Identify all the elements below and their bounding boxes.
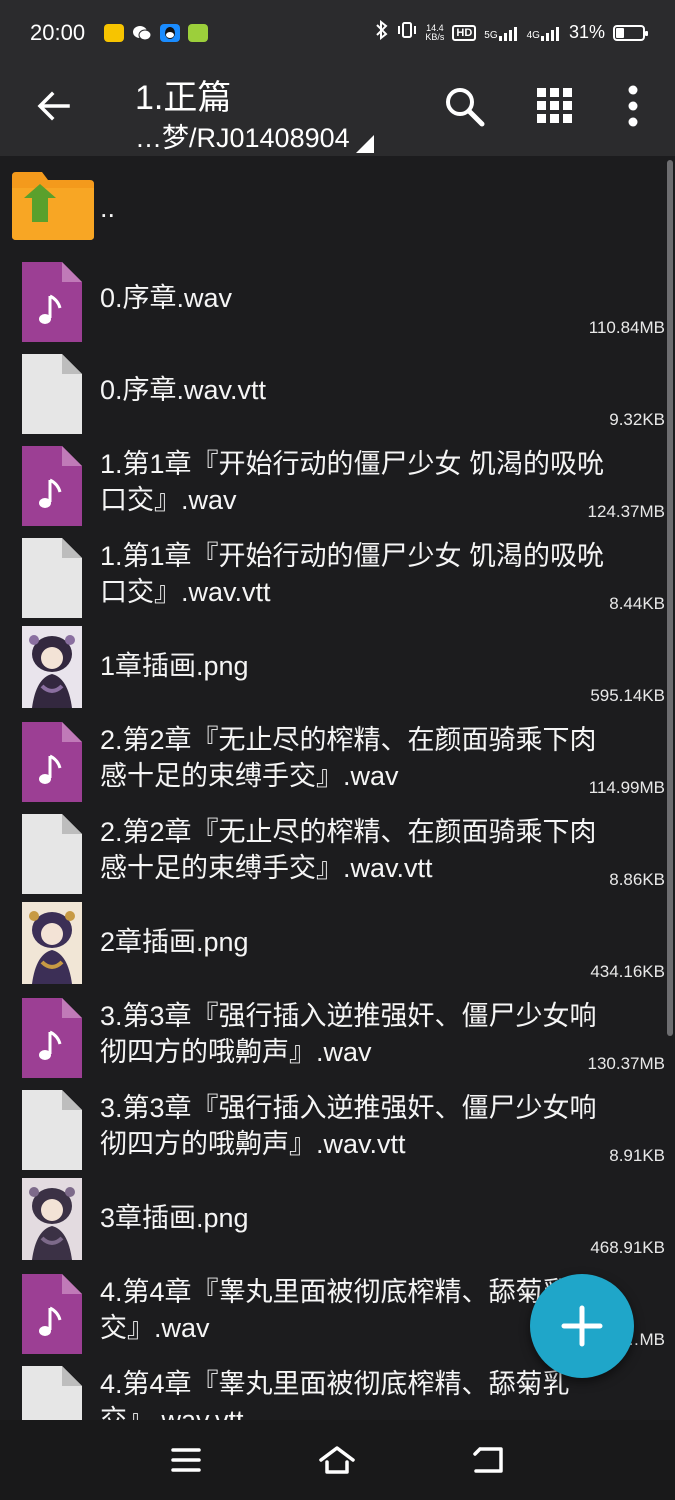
back-nav-icon bbox=[473, 1447, 503, 1473]
document-file-icon bbox=[22, 538, 82, 618]
file-name: 4.第4章『睾丸里面被彻底榨精、舔菊乳交』.wav.vtt bbox=[100, 1369, 570, 1420]
status-time: 20:00 bbox=[30, 20, 86, 45]
arrow-left-icon bbox=[37, 91, 70, 121]
status-right: 14.4 KB/s HD 5G 4G 31% bbox=[375, 19, 648, 45]
document-file-icon bbox=[22, 814, 82, 894]
home-nav-button[interactable] bbox=[317, 1440, 357, 1480]
sim2-label: 4G bbox=[526, 29, 540, 41]
scrollbar[interactable] bbox=[667, 160, 673, 1036]
qq-icon bbox=[160, 24, 180, 42]
menu-nav-button[interactable] bbox=[166, 1440, 206, 1480]
file-list[interactable]: .. 0.序章.wav 110.84MB 0.序章.wav.vtt 9.32KB 1.第1… bbox=[0, 164, 675, 1420]
search-icon bbox=[446, 88, 485, 127]
image-thumbnail bbox=[22, 1178, 82, 1260]
path-label: …梦/RJ01408904 bbox=[135, 123, 350, 153]
file-name: .. bbox=[100, 193, 116, 223]
navigation-bar bbox=[0, 1420, 675, 1500]
file-name: 1.第1章『开始行动的僵尸少女 饥渴的吸吮口交』.wav bbox=[100, 449, 605, 515]
grid-view-button[interactable] bbox=[531, 82, 579, 130]
file-name: 3章插画.png bbox=[100, 1203, 249, 1233]
file-name: 0.序章.wav.vtt bbox=[100, 375, 267, 405]
file-row[interactable]: 3章插画.png 468.91KB bbox=[0, 1172, 675, 1264]
search-button[interactable] bbox=[440, 82, 488, 130]
sim2-signal: 4G bbox=[527, 25, 561, 41]
page-title: 1.正篇 bbox=[135, 79, 232, 117]
file-name: 2.第2章『无止尽的榨精、在颜面骑乘下肉感十足的束缚手交』.wav.vtt bbox=[100, 817, 597, 883]
file-name: 2章插画.png bbox=[100, 927, 249, 957]
audio-file-icon bbox=[22, 1274, 82, 1354]
grid-view-icon bbox=[537, 88, 572, 123]
file-row[interactable]: 1.第1章『开始行动的僵尸少女 饥渴的吸吮口交』.wav 124.37MB bbox=[0, 436, 675, 528]
file-size: 124.37MB bbox=[587, 502, 666, 521]
file-size: 434.16KB bbox=[590, 962, 665, 981]
file-size: 8.91KB bbox=[609, 1146, 665, 1165]
file-row[interactable]: 1.第1章『开始行动的僵尸少女 饥渴的吸吮口交』.wav.vtt 8.44KB bbox=[0, 528, 675, 620]
back-button[interactable] bbox=[30, 82, 78, 130]
file-row[interactable]: 3.第3章『强行插入逆推强奸、僵尸少女响彻四方的哦齁声』.wav 130.37MB bbox=[0, 988, 675, 1080]
meituan-icon bbox=[104, 24, 124, 42]
wechat-icon bbox=[132, 24, 152, 42]
file-name: 1.第1章『开始行动的僵尸少女 饥渴的吸吮口交』.wav.vtt bbox=[100, 541, 605, 607]
app-icon bbox=[188, 24, 208, 42]
document-file-icon bbox=[22, 354, 82, 434]
file-row[interactable]: 3.第3章『强行插入逆推强奸、僵尸少女响彻四方的哦齁声』.wav.vtt 8.91… bbox=[0, 1080, 675, 1172]
file-row[interactable]: 1章插画.png 595.14KB bbox=[0, 620, 675, 712]
file-size: 130.37MB bbox=[587, 1054, 666, 1073]
vibrate-icon bbox=[397, 20, 417, 45]
battery-percent: 31% bbox=[568, 22, 605, 42]
file-row[interactable]: 0.序章.wav.vtt 9.32KB bbox=[0, 344, 675, 436]
file-name: 3.第3章『强行插入逆推强奸、僵尸少女响彻四方的哦齁声』.wav.vtt bbox=[100, 1093, 597, 1159]
more-button[interactable] bbox=[609, 82, 657, 130]
file-name: 3.第3章『强行插入逆推强奸、僵尸少女响彻四方的哦齁声』.wav bbox=[100, 1001, 597, 1067]
home-icon bbox=[319, 1446, 355, 1474]
file-size: 468.91KB bbox=[590, 1238, 665, 1257]
caret-down-icon bbox=[355, 135, 374, 153]
image-thumbnail bbox=[22, 902, 82, 984]
bluetooth-icon bbox=[375, 19, 389, 45]
battery-icon bbox=[613, 24, 648, 41]
net-speed: 14.4 KB/s bbox=[425, 23, 445, 42]
file-size: 8.44KB bbox=[609, 594, 665, 613]
parent-folder-row[interactable]: .. bbox=[0, 164, 675, 254]
audio-file-icon bbox=[22, 446, 82, 526]
file-row[interactable]: 0.序章.wav 110.84MB bbox=[0, 252, 675, 344]
audio-file-icon bbox=[22, 262, 82, 342]
path-dropdown[interactable]: …梦/RJ01408904 bbox=[135, 116, 374, 155]
app-bar: 1.正篇 …梦/RJ01408904 bbox=[0, 68, 675, 156]
image-thumbnail bbox=[22, 626, 82, 708]
document-file-icon bbox=[22, 1090, 82, 1170]
plus-icon bbox=[561, 1305, 603, 1347]
file-size: 9.32KB bbox=[609, 410, 665, 429]
file-row[interactable]: 2.第2章『无止尽的榨精、在颜面骑乘下肉感十足的束缚手交』.wav 114.99M… bbox=[0, 712, 675, 804]
hd-badge: HD bbox=[452, 24, 477, 41]
file-size: 8.86KB bbox=[609, 870, 665, 889]
sim1-signal: 5G bbox=[484, 25, 518, 41]
file-size: 110.84MB bbox=[588, 318, 665, 337]
file-size: 114.99MB bbox=[588, 778, 665, 797]
file-name: 2.第2章『无止尽的榨精、在颜面骑乘下肉感十足的束缚手交』.wav bbox=[100, 725, 597, 791]
file-name: 1章插画.png bbox=[100, 651, 249, 681]
sim1-label: 5G bbox=[484, 29, 498, 41]
battery-fill bbox=[616, 27, 624, 38]
net-speed-unit: KB/s bbox=[425, 31, 445, 42]
file-size: 595.14KB bbox=[590, 686, 665, 705]
document-file-icon bbox=[22, 1366, 82, 1420]
folder-up-icon bbox=[12, 168, 94, 240]
status-bar: 20:00 14.4 KB/s HD 5G 4G 31% bbox=[0, 0, 675, 68]
back-nav-button[interactable] bbox=[468, 1440, 508, 1480]
audio-file-icon bbox=[22, 998, 82, 1078]
more-vertical-icon bbox=[628, 85, 638, 127]
menu-icon bbox=[171, 1448, 201, 1472]
notification-icons bbox=[104, 24, 208, 42]
file-row[interactable]: 2.第2章『无止尽的榨精、在颜面骑乘下肉感十足的束缚手交』.wav.vtt 8.8… bbox=[0, 804, 675, 896]
audio-file-icon bbox=[22, 722, 82, 802]
add-fab-button[interactable] bbox=[530, 1274, 634, 1378]
file-row[interactable]: 2章插画.png 434.16KB bbox=[0, 896, 675, 988]
file-name: 0.序章.wav bbox=[100, 283, 233, 313]
